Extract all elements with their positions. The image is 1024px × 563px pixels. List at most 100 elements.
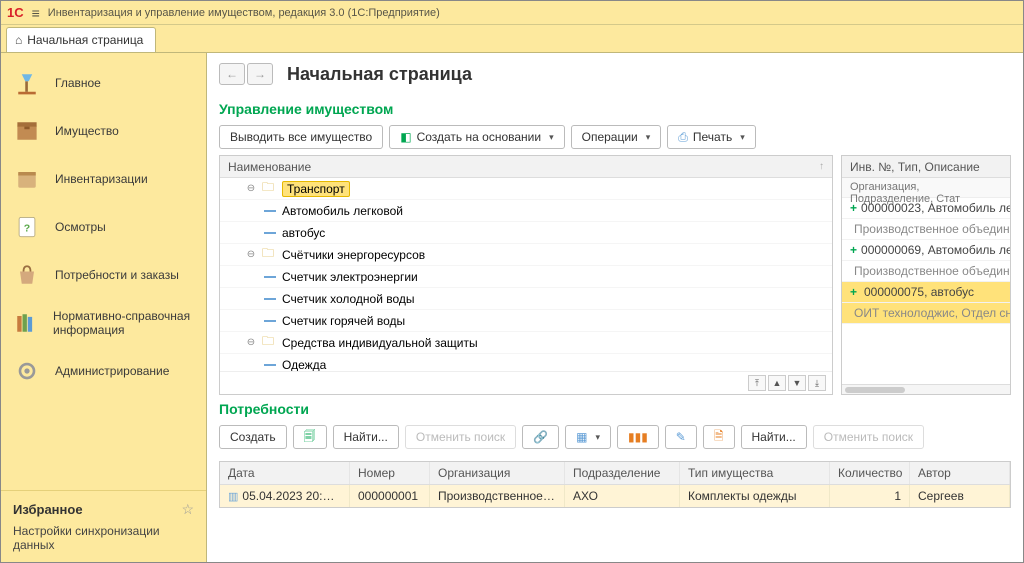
details-subrow: Производственное объединени [842, 261, 1010, 282]
show-all-button[interactable]: Выводить все имущество [219, 125, 383, 149]
expander-icon[interactable]: ⊖ [244, 183, 258, 194]
create-button[interactable]: Создать [219, 425, 287, 449]
sidebar: Главное Имущество Инвентаризации ? Осмот… [1, 53, 207, 562]
details-row[interactable]: +000000069, Автомобиль легков [842, 240, 1010, 261]
operations-button[interactable]: Операции▾ [571, 125, 662, 149]
home-icon: ⌂ [15, 33, 22, 47]
scroll-up-icon[interactable]: ▲ [768, 375, 786, 391]
details-subrow: Производственное объединени [842, 219, 1010, 240]
tree-item[interactable]: Счетчик горячей воды [220, 310, 832, 332]
copy-button[interactable]: 🗐 [293, 425, 327, 449]
report-button[interactable]: ▦▾ [565, 425, 611, 449]
hamburger-icon[interactable]: ≡ [32, 5, 40, 21]
tree-item[interactable]: Счетчик электроэнергии [220, 266, 832, 288]
sidebar-item-label: Администрирование [55, 364, 169, 378]
gear-icon [11, 355, 43, 387]
tree-item[interactable]: Одежда [220, 354, 832, 371]
sidebar-item-main[interactable]: Главное [1, 59, 206, 107]
scroll-top-icon[interactable]: ⤒ [748, 375, 766, 391]
folder-icon [11, 163, 43, 195]
sidebar-item-inventory[interactable]: Инвентаризации [1, 155, 206, 203]
tree-label: Одежда [282, 358, 326, 372]
app-title: Инвентаризация и управление имуществом, … [48, 7, 440, 19]
edit-button[interactable]: ✎ [665, 425, 697, 449]
sidebar-item-reference[interactable]: Нормативно-справочная информация [1, 299, 206, 347]
details-header[interactable]: Инв. №, Тип, Описание [842, 156, 1010, 178]
logo-1c-icon: 1C [7, 5, 24, 20]
create-based-button[interactable]: ◧Создать на основании▾ [389, 125, 564, 149]
details-row[interactable]: +000000075, автобус [842, 282, 1010, 303]
chevron-down-icon: ▾ [646, 132, 651, 143]
expander-icon[interactable]: ⊖ [244, 249, 258, 260]
section-property-title: Управление имуществом [219, 101, 1011, 117]
cancel-search-button: Отменить поиск [405, 425, 516, 449]
horizontal-scrollbar[interactable] [842, 384, 1010, 394]
folder-icon: 🗀 [262, 332, 278, 353]
find2-button[interactable]: Найти... [741, 425, 807, 449]
plus-icon: + [850, 243, 857, 257]
favorites-title: Избранное [13, 502, 83, 517]
tree-label: Транспорт [282, 181, 350, 197]
tree-folder[interactable]: ⊖🗀Средства индивидуальной защиты [220, 332, 832, 354]
property-tree-pane: Наименование ↑ ⊖🗀ТранспортАвтомобиль лег… [219, 155, 833, 395]
needs-table: Дата Номер Организация Подразделение Тип… [219, 461, 1011, 508]
item-dash-icon [264, 320, 276, 322]
tree-label: Автомобиль легковой [282, 204, 403, 218]
folder-icon: 🗀 [262, 244, 278, 265]
print-button[interactable]: ⎙Печать▾ [667, 125, 755, 149]
link-icon: 🔗 [533, 430, 548, 444]
needs-row[interactable]: ▥05.04.2023 20:19:40 000000001 Производс… [220, 485, 1010, 507]
col-auth[interactable]: Автор [910, 462, 1010, 484]
folder-icon: 🗀 [262, 178, 278, 199]
nav-back-button[interactable]: ← [219, 63, 245, 85]
sidebar-item-needs[interactable]: Потребности и заказы [1, 251, 206, 299]
tab-home[interactable]: ⌂ Начальная страница [6, 27, 156, 52]
star-icon[interactable]: ☆ [181, 501, 194, 518]
col-dep[interactable]: Подразделение [565, 462, 680, 484]
svg-text:?: ? [24, 222, 30, 234]
bag-icon [11, 259, 43, 291]
barcode-button[interactable]: ▮▮▮ [617, 425, 659, 449]
property-details-pane: Инв. №, Тип, Описание Организация, Подра… [841, 155, 1011, 395]
property-tree[interactable]: ⊖🗀ТранспортАвтомобиль легковойавтобус⊖🗀С… [220, 178, 832, 371]
tab-label: Начальная страница [27, 33, 143, 47]
col-qty[interactable]: Количество [830, 462, 910, 484]
tabs-bar: ⌂ Начальная страница [1, 25, 1023, 53]
sidebar-item-label: Нормативно-справочная информация [53, 309, 196, 337]
tree-folder[interactable]: ⊖ 🗀Транспорт [220, 178, 832, 200]
chevron-down-icon: ▾ [595, 432, 600, 443]
copy-icon: 🗐 [304, 427, 316, 448]
col-org[interactable]: Организация [430, 462, 565, 484]
expander-icon[interactable]: ⊖ [244, 337, 258, 348]
needs-header-row[interactable]: Дата Номер Организация Подразделение Тип… [220, 462, 1010, 485]
document-icon: ▥ [228, 491, 238, 503]
col-date[interactable]: Дата [220, 462, 350, 484]
scroll-bottom-icon[interactable]: ⤓ [808, 375, 826, 391]
sidebar-item-label: Потребности и заказы [55, 268, 179, 282]
details-subheader: Организация, Подразделение, Стат [842, 178, 1010, 198]
reserve-button[interactable]: 🔗 [522, 425, 559, 449]
col-type[interactable]: Тип имущества [680, 462, 830, 484]
details-row[interactable]: +000000023, Автомобиль легков [842, 198, 1010, 219]
doc-button[interactable]: 🗎 [703, 425, 735, 449]
details-list[interactable]: +000000023, Автомобиль легковПроизводств… [842, 198, 1010, 384]
sidebar-item-admin[interactable]: Администрирование [1, 347, 206, 395]
books-icon [11, 307, 41, 339]
question-icon: ? [11, 211, 43, 243]
tree-item[interactable]: Автомобиль легковой [220, 200, 832, 222]
tree-item[interactable]: автобус [220, 222, 832, 244]
col-num[interactable]: Номер [350, 462, 430, 484]
favorites-link[interactable]: Настройки синхронизации данных [13, 524, 194, 552]
tree-folder[interactable]: ⊖🗀Счётчики энергоресурсов [220, 244, 832, 266]
scroll-down-icon[interactable]: ▼ [788, 375, 806, 391]
find-button[interactable]: Найти... [333, 425, 399, 449]
table-icon: ▦ [576, 430, 587, 444]
nav-forward-button[interactable]: → [247, 63, 273, 85]
needs-toolbar: Создать 🗐 Найти... Отменить поиск 🔗 ▦▾ ▮… [219, 425, 1011, 449]
tree-label: Счетчик горячей воды [282, 314, 405, 328]
create-icon: ◧ [400, 130, 411, 144]
tree-item[interactable]: Счетчик холодной воды [220, 288, 832, 310]
tree-header[interactable]: Наименование ↑ [220, 156, 832, 178]
sidebar-item-inspections[interactable]: ? Осмотры [1, 203, 206, 251]
sidebar-item-property[interactable]: Имущество [1, 107, 206, 155]
